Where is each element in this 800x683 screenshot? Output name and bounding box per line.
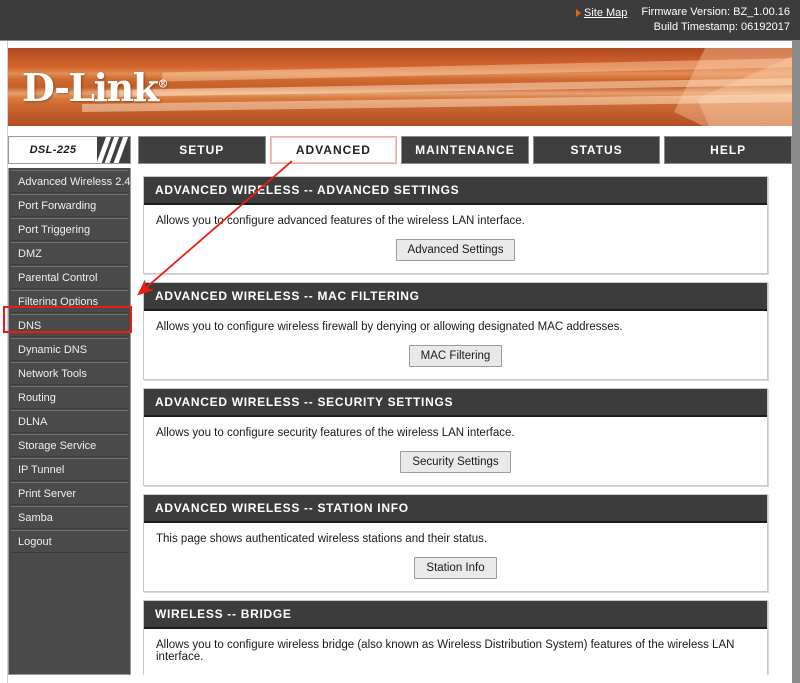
dlink-logo: D-Link® — [22, 65, 169, 110]
sidebar-item-ip-tunnel[interactable]: IP Tunnel — [11, 458, 128, 481]
sidebar-item-samba[interactable]: Samba — [11, 506, 128, 529]
triangle-right-icon — [576, 9, 581, 17]
model-tab: DSL-225 — [8, 136, 131, 164]
sidebar-item-label: Dynamic DNS — [18, 343, 88, 356]
brand-banner: D-Link® — [8, 48, 792, 126]
panel-button-row: MAC Filtering — [156, 345, 755, 367]
sidebar-item-label: Filtering Options — [18, 295, 99, 308]
tab-label: MAINTENANCE — [415, 143, 515, 157]
sidebar-menu: Advanced Wireless 2.4G Port Forwarding Por… — [8, 168, 139, 675]
panel-description: Allows you to configure security feature… — [156, 427, 515, 439]
sidebar-item-label: Print Server — [18, 487, 77, 500]
panel-action-button[interactable]: Advanced Settings — [395, 239, 516, 261]
sidebar-item-label: DMZ — [18, 247, 42, 260]
sidebar-item-label: Logout — [18, 535, 52, 548]
panel-title: ADVANCED WIRELESS -- STATION INFO — [144, 495, 767, 523]
sidebar-item-network-tools[interactable]: Network Tools — [11, 362, 128, 385]
tab-help[interactable]: HELP — [664, 136, 792, 164]
sidebar-item-print-server[interactable]: Print Server — [11, 482, 128, 505]
sidebar-item-advanced-wireless-2-4g[interactable]: Advanced Wireless 2.4G — [11, 170, 139, 193]
tab-maintenance[interactable]: MAINTENANCE — [401, 136, 529, 164]
sidebar-item-logout[interactable]: Logout — [11, 530, 128, 553]
panel-action-button[interactable]: Station Info — [414, 557, 497, 579]
sidebar-item-port-forwarding[interactable]: Port Forwarding — [11, 194, 128, 217]
settings-panel: ADVANCED WIRELESS -- MAC FILTERING Allows… — [143, 282, 768, 380]
sidebar-item-routing[interactable]: Routing — [11, 386, 128, 409]
panel-title: ADVANCED WIRELESS -- ADVANCED SETTINGS — [144, 177, 767, 205]
panel-title: WIRELESS -- BRIDGE — [144, 601, 767, 629]
tab-label: SETUP — [179, 143, 225, 157]
site-map-link-wrap[interactable]: Site Map — [576, 5, 627, 19]
sidebar-item-label: Advanced Wireless 2.4G — [18, 175, 140, 188]
tab-status[interactable]: STATUS — [532, 136, 661, 164]
dlink-logo-text: D-Link — [22, 65, 159, 110]
firmware-version-text: Firmware Version: BZ_1.00.16 — [641, 6, 790, 18]
panel-body: Allows you to configure wireless firewal… — [144, 311, 767, 379]
page-right-edge-scrollbar[interactable] — [792, 41, 800, 683]
main-content: ADVANCED WIRELESS -- ADVANCED SETTINGS Al… — [133, 168, 778, 675]
panel-button-row: Station Info — [156, 557, 755, 579]
tab-setup[interactable]: SETUP — [138, 136, 266, 164]
sidebar-item-port-triggering[interactable]: Port Triggering — [11, 218, 128, 241]
sidebar-item-label: Port Triggering — [18, 223, 91, 236]
site-map-link[interactable]: Site Map — [584, 7, 627, 19]
sidebar-item-filtering-options[interactable]: Filtering Options — [11, 290, 128, 313]
sidebar-item-label: DLNA — [18, 415, 48, 428]
model-name-label: DSL-225 — [9, 137, 97, 163]
panel-body: Allows you to configure advanced feature… — [144, 205, 767, 273]
sidebar-item-label: Samba — [18, 511, 53, 524]
navigation-bar: DSL-225 SETUP ADVANCED MAINTENANCE STATUS HE… — [8, 136, 792, 166]
panel-action-button[interactable]: Security Settings — [400, 451, 511, 473]
panel-body: This page shows authenticated wireless s… — [144, 523, 767, 591]
build-timestamp-text: Build Timestamp: 06192017 — [653, 21, 790, 33]
sidebar-item-label: Network Tools — [18, 367, 87, 380]
panel-description: Allows you to configure wireless firewal… — [156, 321, 623, 333]
settings-panel: ADVANCED WIRELESS -- SECURITY SETTINGS Al… — [143, 388, 768, 486]
settings-panel: ADVANCED WIRELESS -- STATION INFO This pa… — [143, 494, 768, 592]
router-admin-page: Site Map Firmware Version: BZ_1.00.16 Bu… — [0, 0, 800, 683]
sidebar-item-label: Routing — [18, 391, 56, 404]
sidebar-item-storage-service[interactable]: Storage Service — [11, 434, 128, 457]
firmware-info: Firmware Version: BZ_1.00.16 Build Times… — [641, 5, 790, 35]
sidebar-item-parental-control[interactable]: Parental Control — [11, 266, 128, 289]
tab-list: SETUP ADVANCED MAINTENANCE STATUS HELP — [138, 136, 792, 164]
sidebar-item-label: Parental Control — [18, 271, 98, 284]
panel-action-button[interactable]: MAC Filtering — [408, 345, 503, 367]
sidebar-item-label: Port Forwarding — [18, 199, 97, 212]
sidebar-item-label: Storage Service — [18, 439, 97, 452]
panel-title: ADVANCED WIRELESS -- MAC FILTERING — [144, 283, 767, 311]
sidebar-item-dns[interactable]: DNS — [11, 314, 128, 337]
top-info-bar-content: Site Map Firmware Version: BZ_1.00.16 Bu… — [576, 5, 790, 35]
settings-panel: ADVANCED WIRELESS -- ADVANCED SETTINGS Al… — [143, 176, 768, 274]
sidebar-item-dlna[interactable]: DLNA — [11, 410, 128, 433]
panel-body: Allows you to configure wireless bridge … — [144, 629, 767, 675]
panel-button-row: Advanced Settings — [156, 239, 755, 261]
panel-description: This page shows authenticated wireless s… — [156, 533, 488, 545]
top-info-bar: Site Map Firmware Version: BZ_1.00.16 Bu… — [0, 0, 800, 41]
page-left-edge — [0, 41, 8, 683]
tab-label: HELP — [710, 143, 747, 157]
sidebar-item-label: IP Tunnel — [18, 463, 65, 476]
tab-label: STATUS — [570, 143, 623, 157]
panel-body: Allows you to configure security feature… — [144, 417, 767, 485]
tab-advanced[interactable]: ADVANCED — [269, 136, 398, 164]
sidebar-item-dynamic-dns[interactable]: Dynamic DNS — [11, 338, 128, 361]
registered-mark-icon: ® — [157, 77, 169, 91]
sidebar-item-label: DNS — [18, 319, 42, 332]
panel-description: Allows you to configure wireless bridge … — [156, 639, 735, 663]
panel-button-row: Security Settings — [156, 451, 755, 473]
sidebar-item-dmz[interactable]: DMZ — [11, 242, 128, 265]
settings-panel: WIRELESS -- BRIDGE Allows you to configur… — [143, 600, 768, 675]
tab-label: ADVANCED — [295, 143, 371, 157]
panel-description: Allows you to configure advanced feature… — [156, 215, 525, 227]
panel-title: ADVANCED WIRELESS -- SECURITY SETTINGS — [144, 389, 767, 417]
